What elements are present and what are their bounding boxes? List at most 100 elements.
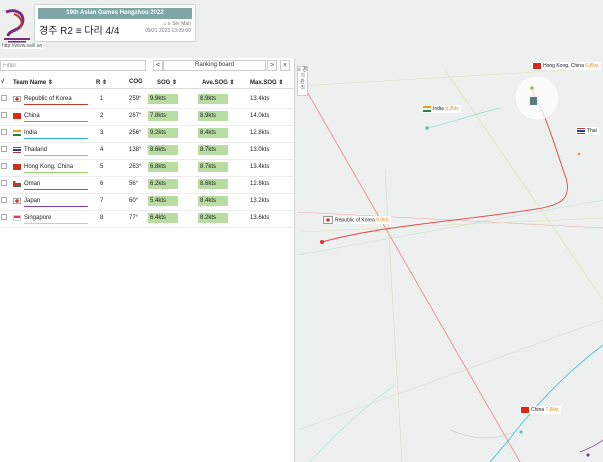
team-name[interactable]: India <box>24 130 37 136</box>
thailand-flag-icon <box>577 127 585 134</box>
close-button[interactable]: × <box>280 60 290 71</box>
team-color-line <box>24 223 88 224</box>
row-checkbox[interactable] <box>1 180 7 186</box>
map-label-name: Hong Kong, China <box>543 63 584 69</box>
table-row[interactable]: Thailand 4 138° 8.6kts 8.7kts 13.0kts <box>0 142 294 160</box>
check-all-column[interactable]: √ <box>1 79 4 85</box>
oman-flag-icon <box>13 181 21 187</box>
team-name[interactable]: Thailand <box>24 147 47 153</box>
race-datetime: 09/21 2023 13:09:00 <box>145 28 191 34</box>
team-column-header[interactable]: Team Name ⇕ <box>13 79 53 86</box>
sog-value: 9.2kts <box>148 128 178 138</box>
sog-value: 7.8kts <box>148 111 178 121</box>
japan-flag-icon <box>13 198 21 204</box>
race-title[interactable]: 경주 R2 ≡ 다리 4/4 <box>39 22 119 37</box>
rank-value: 8 <box>100 215 104 221</box>
prev-button[interactable]: < <box>153 60 163 71</box>
map-label-speed: 9.9kts <box>376 217 390 224</box>
site-url[interactable]: http://www.sailI.an <box>1 43 44 49</box>
team-color-line <box>24 206 88 207</box>
sog-value: 6.4kts <box>148 213 178 223</box>
table-row[interactable]: Japan 7 60° 5.4kts 8.4kts 13.2kts <box>0 193 294 211</box>
sog-value: 5.4kts <box>148 196 178 206</box>
map-label-china[interactable]: China 7.8kts <box>520 406 561 414</box>
row-checkbox[interactable] <box>1 112 7 118</box>
board-title: Ranking board <box>163 60 266 71</box>
table-row[interactable]: Singapore 8 77° 6.4kts 8.2kts 13.6kts <box>0 210 294 228</box>
team-name[interactable]: Oman <box>24 181 40 187</box>
map-label-hongkong[interactable]: Hong Kong, China 6.8kts <box>532 62 601 70</box>
avg-sog-value: 8.2kts <box>198 213 228 223</box>
singapore-flag-icon <box>13 215 21 221</box>
map-label-thailand[interactable]: Thai <box>576 127 599 135</box>
row-checkbox[interactable] <box>1 146 7 152</box>
asian-games-logo <box>4 9 30 43</box>
map-label-speed: 9.2kts <box>445 106 459 112</box>
side-menu-tab[interactable]: ≡ 경기 관리 <box>297 66 308 96</box>
cog-value: 263° <box>129 164 142 170</box>
max-sog-value: 13.0kts <box>250 147 270 153</box>
avg-sog-column-header[interactable]: Ave.SOG ⇕ <box>202 79 234 86</box>
table-row[interactable]: Oman 6 56° 6.2kts 8.6kts 12.8kts <box>0 176 294 194</box>
row-checkbox[interactable] <box>1 163 7 169</box>
sog-value: 6.8kts <box>148 162 178 172</box>
table-row[interactable]: India 3 256° 9.2kts 8.4kts 12.8kts <box>0 125 294 143</box>
rank-value: 7 <box>100 198 104 204</box>
hongkong-flag-icon <box>13 164 21 170</box>
team-name[interactable]: Republic of Korea <box>24 96 72 102</box>
team-color-line <box>24 155 88 156</box>
team-name[interactable]: Singapore <box>24 215 51 221</box>
filter-input[interactable] <box>0 60 146 71</box>
cog-value: 138° <box>129 147 142 153</box>
cog-value: 256° <box>129 130 142 136</box>
rank-value: 6 <box>100 181 104 187</box>
user-name[interactable]: ⌂ ≡ Ser Man <box>145 21 191 28</box>
row-checkbox[interactable] <box>1 129 7 135</box>
avg-sog-value: 8.7kts <box>198 145 228 155</box>
team-name[interactable]: Hong Kong, China <box>24 164 73 170</box>
next-button[interactable]: > <box>267 60 277 71</box>
max-sog-value: 13.2kts <box>250 198 270 204</box>
table-row[interactable]: Hong Kong, China 5 263° 6.8kts 8.7kts 13.4kts <box>0 159 294 177</box>
sog-value: 6.2kts <box>148 179 178 189</box>
map-label-korea[interactable]: Republic of Korea 9.9kts <box>322 216 392 224</box>
sog-column-header[interactable]: SOG ⇕ <box>157 79 177 86</box>
ranking-panel: < Ranking board > × √ Team Name ⇕ R ⇕ CO… <box>0 58 295 462</box>
max-sog-column-header[interactable]: Max.SOG ⇕ <box>250 79 283 86</box>
team-name[interactable]: China <box>24 113 40 119</box>
table-row[interactable]: China 2 267° 7.8kts 8.9kts 14.0kts <box>0 108 294 126</box>
cog-column-header[interactable]: COG <box>129 79 143 85</box>
sog-value: 8.6kts <box>148 145 178 155</box>
map-label-speed: 6.8kts <box>585 63 599 69</box>
rank-column-header[interactable]: R ⇕ <box>96 79 107 86</box>
avg-sog-value: 8.4kts <box>198 196 228 206</box>
race-header: 19th Asian Games Hangzhou 2022 경주 R2 ≡ 다… <box>34 4 196 42</box>
mark-icon <box>530 97 537 105</box>
team-color-line <box>24 172 88 173</box>
table-row[interactable]: Republic of Korea 1 259° 9.9kts 8.9kts 13.4kt… <box>0 91 294 109</box>
map-label-name: Thai <box>587 128 597 134</box>
max-sog-value: 13.4kts <box>250 164 270 170</box>
rank-value: 5 <box>100 164 104 170</box>
thailand-flag-icon <box>13 147 21 153</box>
row-checkbox[interactable] <box>1 197 7 203</box>
map-label-speed: 7.8kts <box>545 407 559 413</box>
avg-sog-value: 8.4kts <box>198 128 228 138</box>
korea-flag-icon <box>323 216 333 224</box>
map-label-name: China <box>531 407 545 413</box>
china-flag-icon <box>13 113 21 119</box>
event-title: 19th Asian Games Hangzhou 2022 <box>38 8 192 19</box>
max-sog-value: 12.8kts <box>250 181 270 187</box>
avg-sog-value: 8.9kts <box>198 94 228 104</box>
row-checkbox[interactable] <box>1 95 7 101</box>
korea-flag-icon <box>13 96 21 102</box>
team-name[interactable]: Japan <box>24 198 40 204</box>
map-label-india[interactable]: India 9.2kts <box>422 105 461 113</box>
cog-value: 60° <box>129 198 139 204</box>
team-color-line <box>24 189 88 190</box>
cog-value: 56° <box>129 181 139 187</box>
max-sog-value: 13.4kts <box>250 96 270 102</box>
row-checkbox[interactable] <box>1 214 7 220</box>
china-flag-icon <box>521 406 529 413</box>
rank-value: 2 <box>100 113 104 119</box>
